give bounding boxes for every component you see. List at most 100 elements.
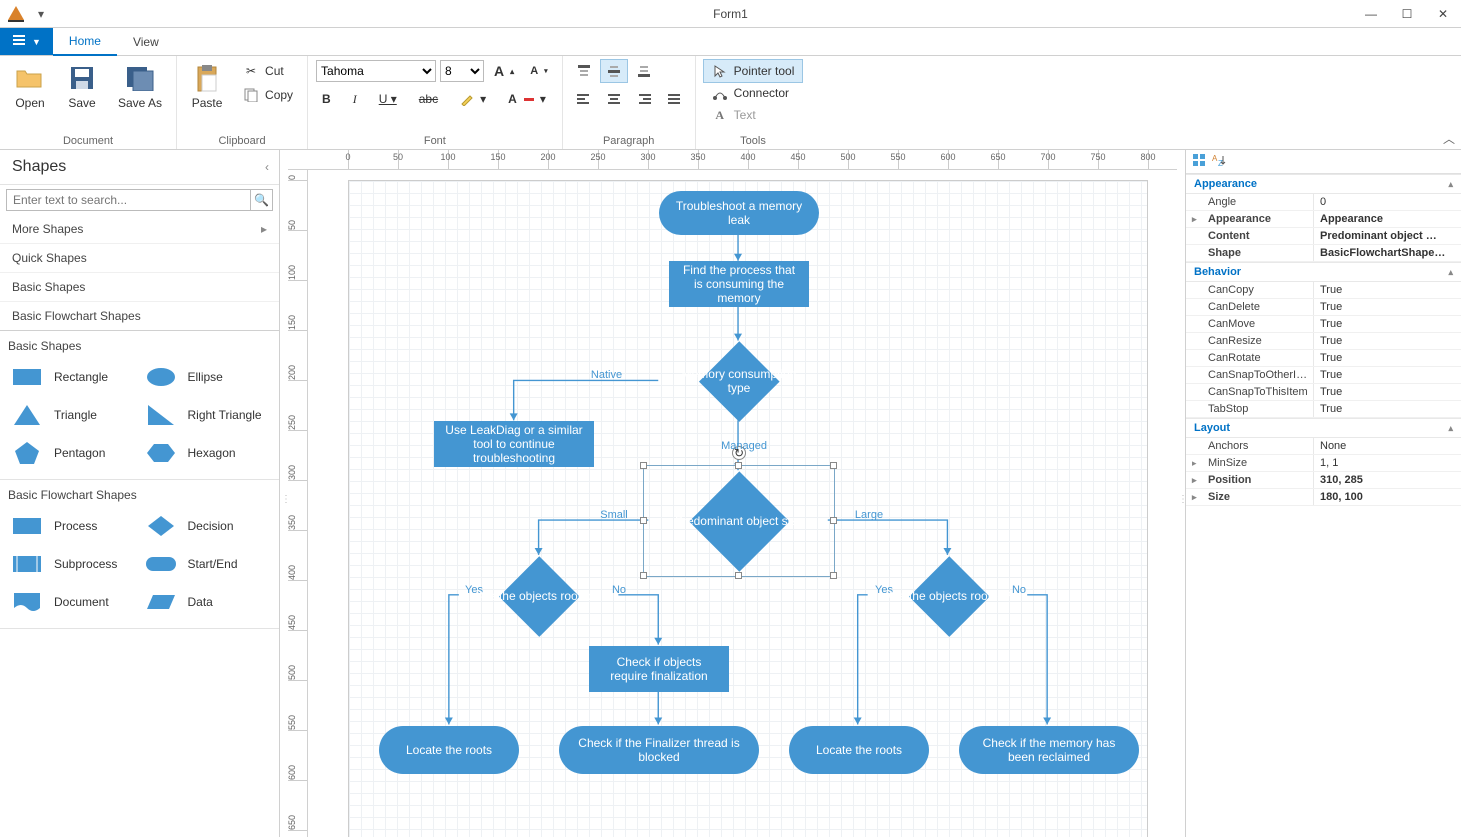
diagram-shape-terminator[interactable]: Check if the memory has been reclaimed xyxy=(959,726,1139,774)
property-row[interactable]: AnchorsNone xyxy=(1186,438,1461,455)
expand-icon[interactable]: ▸ xyxy=(1192,492,1197,503)
ribbon-collapse-button[interactable]: ︿ xyxy=(1443,130,1455,147)
property-row[interactable]: CanSnapToThisItemTrue xyxy=(1186,384,1461,401)
property-category-header[interactable]: Layout▴ xyxy=(1186,418,1461,438)
selection-handle[interactable] xyxy=(640,572,647,579)
copy-button[interactable]: Copy xyxy=(237,84,299,106)
property-row[interactable]: CanMoveTrue xyxy=(1186,316,1461,333)
shapes-search-input[interactable] xyxy=(6,189,251,211)
window-minimize-button[interactable]: ― xyxy=(1353,0,1389,28)
italic-button[interactable]: I xyxy=(347,88,363,110)
selection-handle[interactable] xyxy=(735,462,742,469)
align-left-button[interactable] xyxy=(571,88,597,110)
diagram-canvas[interactable]: Troubleshoot a memory leak Find the proce… xyxy=(308,170,1177,837)
font-size-select[interactable]: 8 xyxy=(440,60,484,82)
font-family-select[interactable]: Tahoma xyxy=(316,60,436,82)
property-row[interactable]: TabStopTrue xyxy=(1186,401,1461,418)
left-splitter[interactable] xyxy=(280,150,288,837)
selection-handle[interactable] xyxy=(735,572,742,579)
save-button[interactable]: Save xyxy=(60,60,104,112)
diagram-shape-decision[interactable]: Are the objects rooted? xyxy=(459,556,619,636)
expand-icon[interactable]: ▸ xyxy=(1192,458,1197,469)
property-row[interactable]: CanCopyTrue xyxy=(1186,282,1461,299)
highlight-button[interactable]: ▾ xyxy=(454,88,492,110)
alphabetical-view-button[interactable]: AZ xyxy=(1212,153,1226,170)
shape-stencil-item[interactable]: Ellipse xyxy=(142,361,272,393)
property-category-header[interactable]: Behavior▴ xyxy=(1186,262,1461,282)
connector-tool-button[interactable]: Connector xyxy=(704,82,797,104)
pointer-tool-button[interactable]: Pointer tool xyxy=(704,60,803,82)
ribbon-tab-home[interactable]: Home xyxy=(53,28,117,56)
diagram-shape-decision[interactable]: Memory consumption type xyxy=(659,341,819,421)
property-category-header[interactable]: Appearance▴ xyxy=(1186,174,1461,194)
expand-icon[interactable]: ▸ xyxy=(1192,214,1197,225)
diagram-shape-process[interactable]: Check if objects require finalization xyxy=(589,646,729,692)
diagram-shape-decision[interactable]: Are the objects rooted? xyxy=(869,556,1029,636)
grow-font-button[interactable]: A▴ xyxy=(488,60,520,82)
shape-stencil-item[interactable]: Data xyxy=(142,586,272,618)
shape-category[interactable]: More Shapes▸ xyxy=(0,215,279,244)
strikethrough-button[interactable]: abc xyxy=(413,88,444,110)
right-splitter[interactable] xyxy=(1177,150,1185,837)
text-tool-button[interactable]: A Text xyxy=(704,104,764,126)
shape-stencil-item[interactable]: Triangle xyxy=(8,399,138,431)
property-row[interactable]: Angle0 xyxy=(1186,194,1461,211)
diagram-shape-terminator[interactable]: Check if the Finalizer thread is blocked xyxy=(559,726,759,774)
shape-category[interactable]: Basic Shapes xyxy=(0,273,279,302)
property-row[interactable]: ▸Position310, 285 xyxy=(1186,472,1461,489)
property-row[interactable]: CanResizeTrue xyxy=(1186,333,1461,350)
diagram-shape-terminator[interactable]: Locate the roots xyxy=(379,726,519,774)
align-top-button[interactable] xyxy=(571,60,597,82)
align-justify-button[interactable] xyxy=(661,88,687,110)
open-button[interactable]: Open xyxy=(8,60,52,112)
font-color-button[interactable]: A ▾ xyxy=(502,88,552,110)
property-row[interactable]: CanRotateTrue xyxy=(1186,350,1461,367)
property-row[interactable]: ▸MinSize1, 1 xyxy=(1186,455,1461,472)
shape-stencil-item[interactable]: Pentagon xyxy=(8,437,138,469)
shape-category[interactable]: Quick Shapes xyxy=(0,244,279,273)
shape-stencil-item[interactable]: Rectangle xyxy=(8,361,138,393)
diagram-shape-process[interactable]: Find the process that is consuming the m… xyxy=(669,261,809,307)
shape-stencil-item[interactable]: Process xyxy=(8,510,138,542)
align-bottom-button[interactable] xyxy=(631,60,657,82)
file-menu-button[interactable]: ▼ xyxy=(0,28,53,55)
selection-handle[interactable] xyxy=(830,572,837,579)
shape-stencil-item[interactable]: Start/End xyxy=(142,548,272,580)
shape-stencil-item[interactable]: Right Triangle xyxy=(142,399,272,431)
paste-button[interactable]: Paste xyxy=(185,60,229,112)
shape-stencil-item[interactable]: Hexagon xyxy=(142,437,272,469)
qat-customize-chevron[interactable]: ▾ xyxy=(32,7,50,21)
selection-handle[interactable] xyxy=(640,517,647,524)
selection-handle[interactable] xyxy=(830,462,837,469)
diagram-shape-terminator[interactable]: Troubleshoot a memory leak xyxy=(659,191,819,235)
diagram-shape-terminator[interactable]: Locate the roots xyxy=(789,726,929,774)
bold-button[interactable]: B xyxy=(316,88,337,110)
property-row[interactable]: CanDeleteTrue xyxy=(1186,299,1461,316)
window-close-button[interactable]: ✕ xyxy=(1425,0,1461,28)
shapes-search-button[interactable]: 🔍 xyxy=(251,189,273,211)
categorized-view-button[interactable] xyxy=(1192,153,1206,170)
align-center-button[interactable] xyxy=(601,88,627,110)
shape-category[interactable]: Basic Flowchart Shapes xyxy=(0,302,279,331)
save-as-button[interactable]: Save As xyxy=(112,60,168,112)
property-row[interactable]: ContentPredominant object … xyxy=(1186,228,1461,245)
property-row[interactable]: ShapeBasicFlowchartShape… xyxy=(1186,245,1461,262)
property-row[interactable]: CanSnapToOtherItemsTrue xyxy=(1186,367,1461,384)
shrink-font-button[interactable]: A▾ xyxy=(524,60,553,82)
collapse-left-panel-button[interactable]: ‹ xyxy=(265,160,269,174)
selection-handle[interactable] xyxy=(640,462,647,469)
window-maximize-button[interactable]: ☐ xyxy=(1389,0,1425,28)
align-middle-button[interactable] xyxy=(601,60,627,82)
diagram-shape-process[interactable]: Use LeakDiag or a similar tool to contin… xyxy=(434,421,594,467)
ribbon-tab-view[interactable]: View xyxy=(117,28,175,55)
selection-handle[interactable] xyxy=(830,517,837,524)
expand-icon[interactable]: ▸ xyxy=(1192,475,1197,486)
property-row[interactable]: ▸Size180, 100 xyxy=(1186,489,1461,506)
cut-button[interactable]: ✂ Cut xyxy=(237,60,299,82)
shape-stencil-item[interactable]: Decision xyxy=(142,510,272,542)
underline-button[interactable]: U ▾ xyxy=(373,88,403,110)
diagram-page[interactable]: Troubleshoot a memory leak Find the proce… xyxy=(348,180,1148,837)
shape-stencil-item[interactable]: Document xyxy=(8,586,138,618)
align-right-button[interactable] xyxy=(631,88,657,110)
property-row[interactable]: ▸AppearanceAppearance xyxy=(1186,211,1461,228)
